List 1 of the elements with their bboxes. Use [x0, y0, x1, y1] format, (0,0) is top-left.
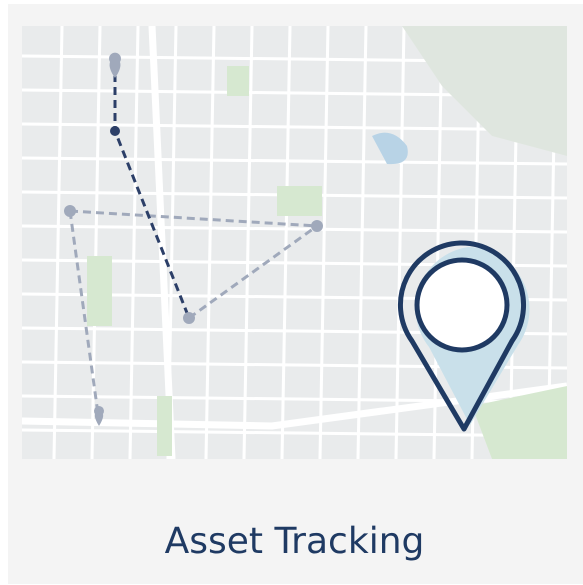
card-title: Asset Tracking — [164, 520, 426, 562]
